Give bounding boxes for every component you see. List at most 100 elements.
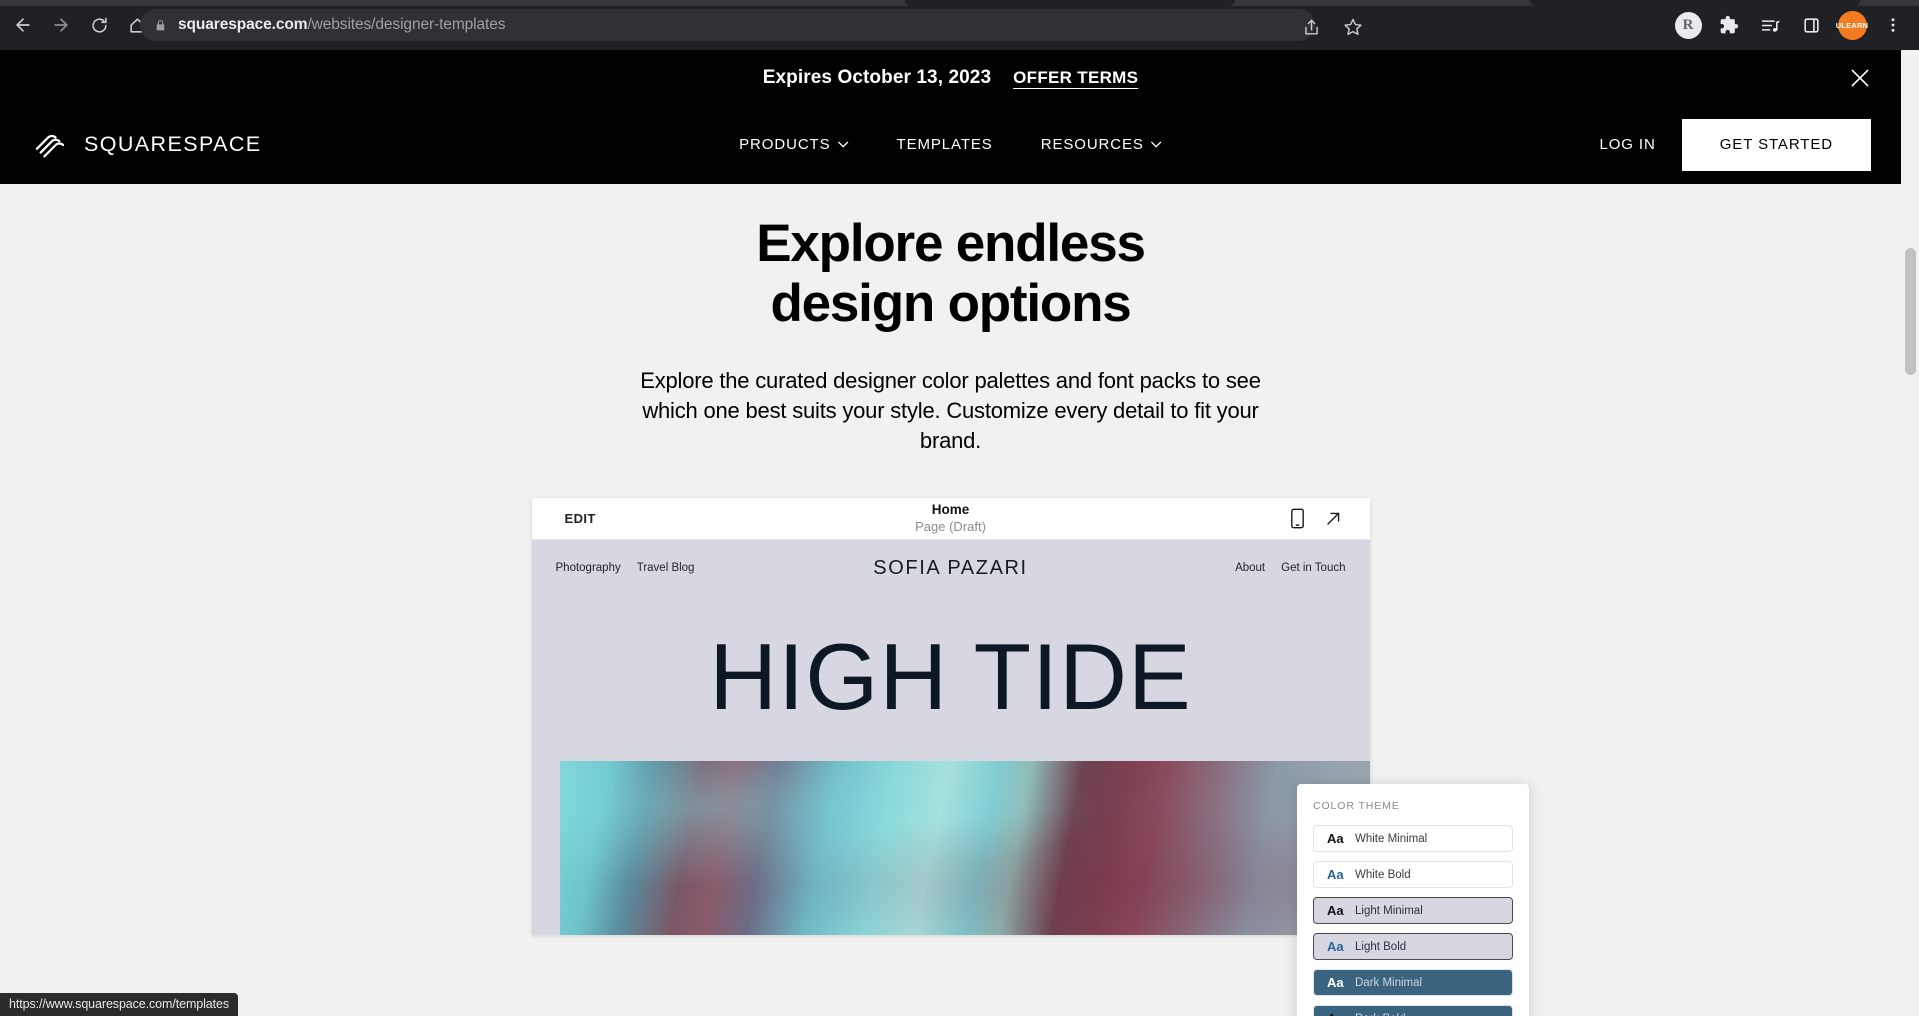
main-navigation: PRODUCTS TEMPLATES RESOURCES	[739, 136, 1162, 153]
background-tab[interactable]	[1530, 0, 1860, 6]
reading-list-button[interactable]	[1752, 7, 1788, 43]
color-theme-swatch[interactable]: Aa Light Minimal	[1313, 897, 1513, 924]
nav-item-templates[interactable]: TEMPLATES	[897, 136, 993, 153]
reload-icon	[91, 17, 107, 33]
site-preview-frame: Photography Travel Blog SOFIA PAZARI Abo…	[531, 540, 1370, 936]
swatch-aa-sample: Aa	[1327, 831, 1344, 846]
hero-section: Explore endless design options Explore t…	[0, 184, 1901, 457]
chrome-menu-button[interactable]	[1875, 7, 1911, 43]
nav-label: RESOURCES	[1040, 136, 1144, 153]
site-header: SQUARESPACE PRODUCTS TEMPLATES RESOURCES…	[0, 105, 1901, 184]
nav-label: PRODUCTS	[739, 136, 831, 153]
lock-icon	[154, 18, 167, 33]
open-external-icon	[1326, 512, 1339, 525]
preview-site-nav: Photography Travel Blog SOFIA PAZARI Abo…	[532, 540, 1370, 596]
page-title: Explore endless design options	[0, 214, 1901, 334]
color-theme-swatch[interactable]: AaDark Bold	[1313, 1005, 1513, 1016]
background-tab[interactable]	[905, 0, 1235, 6]
color-theme-label: COLOR THEME	[1313, 800, 1400, 812]
hero-body-text: Explore the curated designer color palet…	[640, 367, 1261, 453]
nav-item-resources[interactable]: RESOURCES	[1041, 136, 1162, 153]
chevron-down-icon	[1151, 141, 1162, 148]
side-panel-button[interactable]	[1793, 7, 1829, 43]
color-theme-swatch[interactable]: Aa Dark Minimal	[1313, 969, 1513, 996]
color-theme-swatch[interactable]: Aa White Bold	[1313, 861, 1513, 888]
browser-toolbar: squarespace.com/websites/designer-templa…	[0, 0, 1919, 50]
nav-item-products[interactable]: PRODUCTS	[739, 136, 849, 153]
page-viewport: Expires October 13, 2023 OFFER TERMS SQU…	[0, 50, 1919, 1016]
nav-label: TEMPLATES	[896, 136, 993, 153]
preview-page-title: Home	[931, 502, 970, 518]
swatch-name: Dark Bold	[1355, 1013, 1406, 1016]
forward-button[interactable]	[44, 8, 78, 42]
preview-nav-about[interactable]: About	[1235, 562, 1265, 574]
share-button[interactable]	[1293, 9, 1329, 45]
edit-button[interactable]: EDIT	[565, 511, 596, 526]
page-scrollbar-thumb[interactable]	[1905, 248, 1916, 375]
url-path: /websites/designer-templates	[307, 16, 506, 33]
extension-profile-button[interactable]: R	[1670, 7, 1706, 43]
swatch-aa-sample: Aa	[1327, 939, 1344, 954]
color-theme-swatch[interactable]: Aa Light Bold	[1313, 933, 1513, 960]
preview-area: EDIT Home Page (Draft) Photography Trave…	[0, 498, 1901, 936]
swatch-aa-sample: Aa	[1327, 903, 1344, 918]
extension-badge-icon: R	[1674, 11, 1702, 39]
swatch-name: Light Bold	[1355, 940, 1407, 953]
preview-nav-travel-blog[interactable]: Travel Blog	[637, 562, 695, 574]
mobile-preview-button[interactable]	[1290, 508, 1305, 529]
bookmark-button[interactable]	[1335, 9, 1371, 45]
back-button[interactable]	[6, 8, 40, 42]
logo-wordmark: SQUARESPACE	[84, 132, 262, 156]
three-dots-icon	[1891, 18, 1895, 32]
squarespace-mark-icon	[35, 134, 65, 157]
preview-site-brand: SOFIA PAZARI	[873, 556, 1028, 579]
promo-banner: Expires October 13, 2023 OFFER TERMS	[0, 50, 1901, 105]
profile-button[interactable]: ULEARN	[1834, 7, 1870, 43]
forward-arrow-icon	[54, 18, 68, 32]
puzzle-piece-icon	[1720, 15, 1739, 34]
chevron-down-icon	[837, 141, 849, 148]
close-promo-button[interactable]	[1847, 65, 1873, 91]
preview-nav-get-in-touch[interactable]: Get in Touch	[1281, 562, 1345, 574]
preview-toolbar: EDIT Home Page (Draft)	[531, 498, 1370, 541]
star-icon	[1344, 18, 1362, 36]
swatch-name: White Bold	[1355, 868, 1411, 881]
mobile-device-icon	[1290, 508, 1304, 529]
address-bar[interactable]: squarespace.com/websites/designer-templa…	[140, 9, 1315, 41]
hero-heading-line1: Explore endless	[756, 214, 1146, 273]
color-theme-swatch[interactable]: Aa White Minimal	[1313, 825, 1513, 852]
preview-nav-photography[interactable]: Photography	[556, 562, 621, 574]
status-bar-url: https://www.squarespace.com/templates	[0, 993, 239, 1016]
page-scrollbar-track[interactable]	[1901, 50, 1919, 1016]
open-external-button[interactable]	[1325, 510, 1342, 527]
side-panel-icon	[1803, 17, 1819, 33]
url-text: squarespace.com/websites/designer-templa…	[178, 16, 506, 34]
swatch-name: Dark Minimal	[1355, 976, 1423, 989]
log-in-link[interactable]: LOG IN	[1599, 136, 1655, 153]
preview-hero-title: HIGH TIDE	[709, 624, 1192, 730]
reload-button[interactable]	[82, 8, 116, 42]
share-icon	[1304, 19, 1318, 35]
preview-hero-image	[559, 761, 1370, 936]
back-arrow-icon	[16, 18, 30, 32]
promo-expiry-text: Expires October 13, 2023	[762, 66, 992, 88]
offer-terms-link[interactable]: OFFER TERMS	[1013, 68, 1138, 88]
template-preview-card: EDIT Home Page (Draft) Photography Trave…	[531, 498, 1370, 936]
color-theme-list: Aa White Minimal Aa White Bold Aa Light Minim…	[1313, 825, 1513, 1016]
preview-page-info: Home Page (Draft)	[532, 502, 1370, 534]
playlist-icon	[1761, 19, 1780, 32]
hero-heading-line2: design options	[770, 273, 1131, 333]
color-theme-panel: COLOR THEME Aa White Minimal Aa White Bold A…	[1297, 784, 1529, 1016]
swatch-aa-sample: Aa	[1327, 867, 1344, 882]
swatch-name: Light Minimal	[1355, 904, 1423, 917]
swatch-aa-sample: Aa	[1327, 975, 1344, 990]
extensions-button[interactable]	[1711, 7, 1747, 43]
get-started-button[interactable]: GET STARTED	[1681, 118, 1871, 171]
squarespace-logo[interactable]: SQUARESPACE	[32, 129, 262, 161]
avatar: ULEARN	[1836, 10, 1868, 40]
close-icon	[1851, 69, 1869, 86]
url-domain: squarespace.com	[178, 16, 308, 33]
swatch-name: White Minimal	[1355, 832, 1428, 845]
preview-page-state: Page (Draft)	[915, 518, 986, 534]
swatch-aa-sample: Aa	[1327, 1011, 1355, 1016]
